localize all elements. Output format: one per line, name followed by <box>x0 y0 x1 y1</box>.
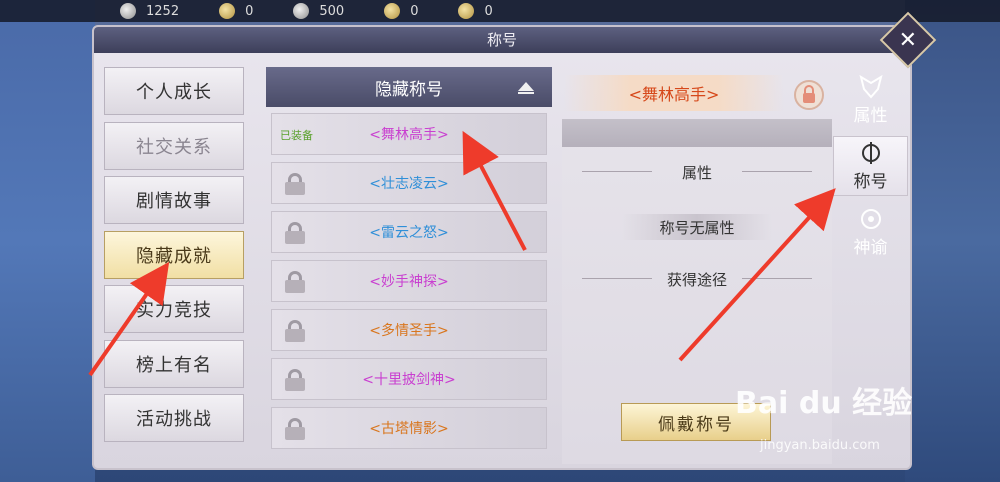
background-left <box>0 0 95 482</box>
category-personal-growth[interactable]: 个人成长 <box>104 67 244 115</box>
lock-icon <box>284 320 306 342</box>
tab-label: 神谕 <box>853 237 888 258</box>
title-list: 隐藏称号 已装备 <舞林高手> <壮志凌云> <雷云之怒> <妙手神探> <多情… <box>266 67 554 467</box>
detail-header <box>562 119 832 147</box>
lock-icon <box>284 369 306 391</box>
title-list-header-label: 隐藏称号 <box>375 79 443 100</box>
title-row[interactable]: <十里披剑神> <box>271 358 547 400</box>
category-leaderboard[interactable]: 榜上有名 <box>104 340 244 388</box>
title-name: <舞林高手> <box>369 127 449 143</box>
lock-icon <box>284 222 306 244</box>
tab-oracle[interactable]: 神谕 <box>833 202 908 262</box>
attribute-heading: 属性 <box>562 162 832 183</box>
side-tabs: 属性 称号 神谕 <box>833 70 908 280</box>
title-name: <十里披剑神> <box>362 372 456 388</box>
tab-attribute[interactable]: 属性 <box>833 70 908 130</box>
gold-coin-icon <box>384 3 401 19</box>
title-row[interactable]: <多情圣手> <box>271 309 547 351</box>
title-list-header[interactable]: 隐藏称号 <box>266 67 552 107</box>
selected-title: <舞林高手> <box>564 75 784 111</box>
tab-label: 称号 <box>853 171 888 192</box>
baidu-watermark: Bai du 经验 <box>735 386 913 421</box>
silver-coin-icon <box>120 3 136 19</box>
title-name: <雷云之怒> <box>369 225 449 241</box>
currency-silver-1: 1252 <box>120 3 179 19</box>
title-row[interactable]: <壮志凌云> <box>271 162 547 204</box>
currency-silver-2: 500 <box>293 3 344 19</box>
title-name: <古塔情影> <box>369 421 449 437</box>
title-name: <壮志凌云> <box>369 176 449 192</box>
currency-value: 0 <box>410 3 419 19</box>
title-row[interactable]: <古塔情影> <box>271 407 547 449</box>
lock-icon <box>284 173 306 195</box>
currency-value: 0 <box>484 3 493 19</box>
title-name: <多情圣手> <box>369 323 449 339</box>
source-heading: 获得途径 <box>562 269 832 290</box>
currency-value: 500 <box>319 3 345 19</box>
currency-gold-3: 0 <box>458 3 493 19</box>
title-row[interactable]: <妙手神探> <box>271 260 547 302</box>
gold-coin-icon <box>458 3 475 19</box>
tab-label: 属性 <box>853 105 888 126</box>
title-row[interactable]: <雷云之怒> <box>271 211 547 253</box>
currency-gold-1: 0 <box>219 3 253 19</box>
silver-coin-icon <box>293 3 310 19</box>
category-social[interactable]: 社交关系 <box>104 122 244 170</box>
category-competition[interactable]: 实力竞技 <box>104 285 244 333</box>
category-list: 个人成长 社交关系 剧情故事 隐藏成就 实力竞技 榜上有名 活动挑战 <box>104 67 249 462</box>
tab-title[interactable]: 称号 <box>833 136 908 196</box>
attribute-icon <box>858 74 884 99</box>
currency-value: 1252 <box>146 3 180 19</box>
close-icon: ✕ <box>898 27 918 53</box>
window-title: 称号 <box>94 27 910 53</box>
collapse-arrow-icon <box>518 82 534 91</box>
equipped-badge: 已装备 <box>280 129 313 142</box>
collapse-bar-icon <box>518 92 534 94</box>
lock-icon <box>284 271 306 293</box>
category-story[interactable]: 剧情故事 <box>104 176 244 224</box>
lock-icon <box>284 418 306 440</box>
currency-gold-2: 0 <box>384 3 418 19</box>
baidu-watermark-url: jingyan.baidu.com <box>760 438 880 453</box>
title-name: <妙手神探> <box>369 274 449 290</box>
category-events[interactable]: 活动挑战 <box>104 394 244 442</box>
background-right <box>905 0 1000 482</box>
title-row[interactable]: 已装备 <舞林高手> <box>271 113 547 155</box>
category-hidden-achievement[interactable]: 隐藏成就 <box>104 231 244 279</box>
attribute-value: 称号无属性 <box>622 214 772 240</box>
unlock-status-icon[interactable] <box>794 80 824 110</box>
oracle-icon <box>858 207 884 231</box>
title-icon <box>858 141 884 165</box>
currency-bar: 1252 0 500 0 0 <box>0 0 1000 22</box>
gold-coin-icon <box>219 3 236 19</box>
currency-value: 0 <box>245 3 254 19</box>
